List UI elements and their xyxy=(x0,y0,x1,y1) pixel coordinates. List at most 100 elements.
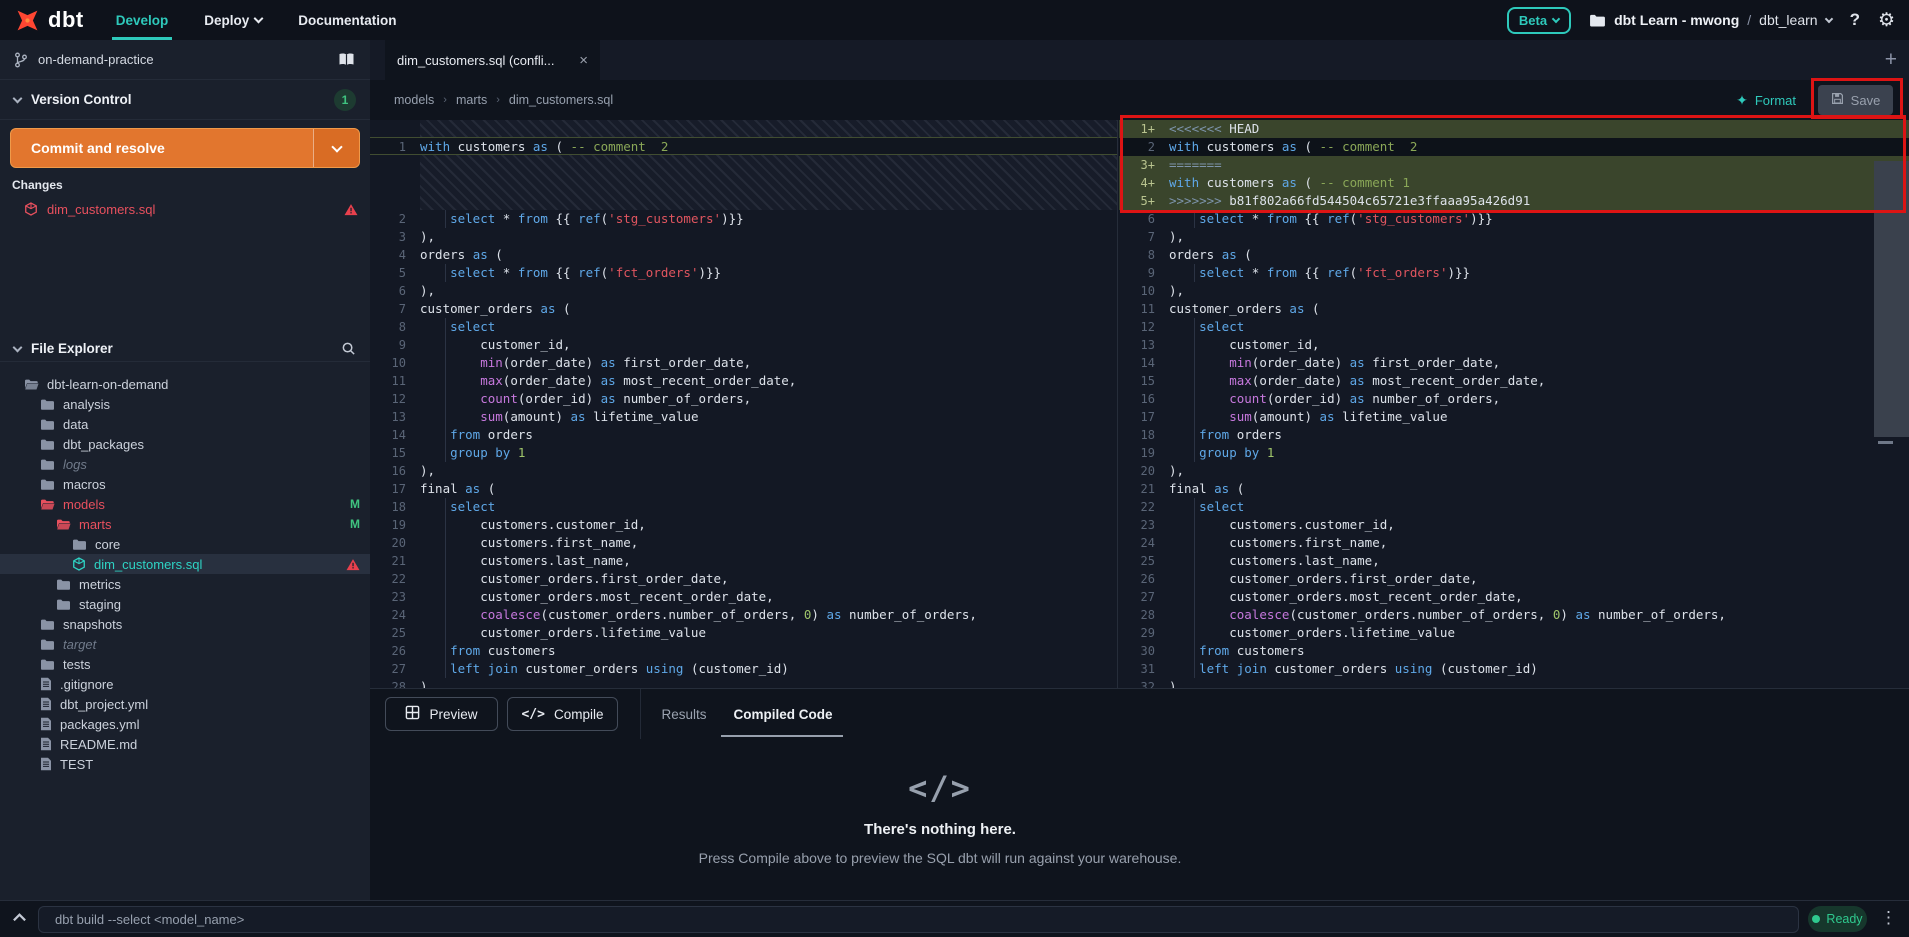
code-line[interactable]: 10 min(order_date) as first_order_date, xyxy=(370,354,1117,372)
code-line[interactable]: 22 customer_orders.first_order_date, xyxy=(370,570,1117,588)
chevron-up-icon[interactable] xyxy=(12,911,27,926)
code-line[interactable]: 20 customers.first_name, xyxy=(370,534,1117,552)
command-input[interactable]: dbt build --select <model_name> xyxy=(38,906,1799,933)
file-explorer-header[interactable]: File Explorer xyxy=(0,336,370,362)
tree-item-snapshots[interactable]: snapshots xyxy=(0,614,370,634)
code-line[interactable]: 20), xyxy=(1119,462,1909,480)
code-line[interactable]: 27 customer_orders.most_recent_order_dat… xyxy=(1119,588,1909,606)
code-line[interactable]: 26 customer_orders.first_order_date, xyxy=(1119,570,1909,588)
tree-item-target[interactable]: target xyxy=(0,634,370,654)
code-line[interactable]: 15 max(order_date) as most_recent_order_… xyxy=(1119,372,1909,390)
code-line[interactable]: 21final as ( xyxy=(1119,480,1909,498)
code-line[interactable]: 3+======= xyxy=(1119,156,1909,174)
gear-icon[interactable]: ⚙ xyxy=(1878,9,1895,32)
code-line[interactable]: 9 select * from {{ ref('fct_orders')}} xyxy=(1119,264,1909,282)
code-line[interactable]: 17 sum(amount) as lifetime_value xyxy=(1119,408,1909,426)
code-line[interactable]: 25 customer_orders.lifetime_value xyxy=(370,624,1117,642)
close-icon[interactable]: × xyxy=(579,52,588,69)
code-line[interactable]: 19 customers.customer_id, xyxy=(370,516,1117,534)
code-line[interactable]: 5+>>>>>>> b81f802a66fd544504c65721e3ffaa… xyxy=(1119,192,1909,210)
code-line[interactable]: 16 count(order_id) as number_of_orders, xyxy=(1119,390,1909,408)
tree-item--gitignore[interactable]: .gitignore xyxy=(0,674,370,694)
nav-item-deploy[interactable]: Deploy xyxy=(204,0,262,40)
code-line[interactable]: 4orders as ( xyxy=(370,246,1117,264)
code-line[interactable]: 13 customer_id, xyxy=(1119,336,1909,354)
tree-item-dim-customers-sql[interactable]: dim_customers.sql xyxy=(0,554,370,574)
code-line[interactable]: 7), xyxy=(1119,228,1909,246)
code-line[interactable]: 18 from orders xyxy=(1119,426,1909,444)
compile-button[interactable]: </> Compile xyxy=(507,697,618,731)
tree-item-marts[interactable]: martsM xyxy=(0,514,370,534)
tree-item-staging[interactable]: staging xyxy=(0,594,370,614)
tree-item-analysis[interactable]: analysis xyxy=(0,394,370,414)
tab-results[interactable]: Results xyxy=(655,689,713,739)
code-line[interactable]: 11 max(order_date) as most_recent_order_… xyxy=(370,372,1117,390)
code-line[interactable]: 8orders as ( xyxy=(1119,246,1909,264)
editor-pane-right[interactable]: 1+<<<<<<< HEAD2with customers as ( -- co… xyxy=(1119,120,1909,688)
code-line[interactable]: 23 customer_orders.most_recent_order_dat… xyxy=(370,588,1117,606)
code-line[interactable]: 17final as ( xyxy=(370,480,1117,498)
commit-button-label[interactable]: Commit and resolve xyxy=(11,129,313,167)
nav-item-develop[interactable]: Develop xyxy=(116,0,169,40)
code-line[interactable]: 8 select xyxy=(370,318,1117,336)
version-control-header[interactable]: Version Control 1 xyxy=(0,80,370,120)
tree-item-core[interactable]: core xyxy=(0,534,370,554)
code-line[interactable]: 2 select * from {{ ref('stg_customers')}… xyxy=(370,210,1117,228)
code-line[interactable]: 28) xyxy=(370,678,1117,688)
tree-item-dbt-packages[interactable]: dbt_packages xyxy=(0,434,370,454)
code-line[interactable]: 13 sum(amount) as lifetime_value xyxy=(370,408,1117,426)
git-branch-row[interactable]: on-demand-practice xyxy=(0,40,370,80)
tree-item-macros[interactable]: macros xyxy=(0,474,370,494)
tree-item-test[interactable]: TEST xyxy=(0,754,370,774)
preview-button[interactable]: Preview xyxy=(385,697,498,731)
tree-item-readme-md[interactable]: README.md xyxy=(0,734,370,754)
kebab-menu-icon[interactable]: ⋮ xyxy=(1880,908,1897,928)
account-project-switcher[interactable]: dbt Learn - mwong / dbt_learn xyxy=(1589,12,1832,28)
code-line[interactable]: 23 customers.customer_id, xyxy=(1119,516,1909,534)
code-line[interactable]: 31 left join customer_orders using (cust… xyxy=(1119,660,1909,678)
code-line[interactable]: 21 customers.last_name, xyxy=(370,552,1117,570)
code-line[interactable]: 16), xyxy=(370,462,1117,480)
code-line[interactable]: 7customer_orders as ( xyxy=(370,300,1117,318)
code-line[interactable]: 6 select * from {{ ref('stg_customers')}… xyxy=(1119,210,1909,228)
code-line[interactable]: 29 customer_orders.lifetime_value xyxy=(1119,624,1909,642)
breadcrumb-file[interactable]: dim_customers.sql xyxy=(509,93,613,107)
code-line[interactable]: 5 select * from {{ ref('fct_orders')}} xyxy=(370,264,1117,282)
code-line[interactable]: 10), xyxy=(1119,282,1909,300)
code-line[interactable]: 18 select xyxy=(370,498,1117,516)
code-line[interactable]: 19 group by 1 xyxy=(1119,444,1909,462)
tree-item-models[interactable]: modelsM xyxy=(0,494,370,514)
tree-item-tests[interactable]: tests xyxy=(0,654,370,674)
code-line[interactable]: 24 coalesce(customer_orders.number_of_or… xyxy=(370,606,1117,624)
code-line[interactable]: 30 from customers xyxy=(1119,642,1909,660)
code-line[interactable]: 12 count(order_id) as number_of_orders, xyxy=(370,390,1117,408)
code-line[interactable]: 3), xyxy=(370,228,1117,246)
editor-pane-left[interactable]: 1with customers as ( -- comment 22 selec… xyxy=(370,120,1118,688)
breadcrumb-marts[interactable]: marts xyxy=(456,93,487,107)
breadcrumb-models[interactable]: models xyxy=(394,93,434,107)
beta-dropdown[interactable]: Beta xyxy=(1507,7,1571,34)
code-line[interactable]: 11customer_orders as ( xyxy=(1119,300,1909,318)
code-line[interactable]: 4+with customers as ( -- comment 1 xyxy=(1119,174,1909,192)
code-line[interactable]: 32) xyxy=(1119,678,1909,688)
code-line[interactable]: 1+<<<<<<< HEAD xyxy=(1119,120,1909,138)
code-line[interactable]: 14 from orders xyxy=(370,426,1117,444)
code-line[interactable]: 15 group by 1 xyxy=(370,444,1117,462)
commit-and-resolve-button[interactable]: Commit and resolve xyxy=(10,128,360,168)
changed-file-row[interactable]: dim_customers.sql xyxy=(0,198,370,220)
code-line[interactable]: 25 customers.last_name, xyxy=(1119,552,1909,570)
code-line[interactable]: 9 customer_id, xyxy=(370,336,1117,354)
docs-book-icon[interactable] xyxy=(337,52,356,67)
code-line[interactable]: 22 select xyxy=(1119,498,1909,516)
tree-item-data[interactable]: data xyxy=(0,414,370,434)
new-tab-button[interactable]: + xyxy=(1885,48,1897,72)
save-button[interactable]: Save xyxy=(1818,85,1893,115)
commit-button-dropdown[interactable] xyxy=(313,129,359,167)
format-button[interactable]: ✦ Format xyxy=(1736,92,1796,109)
code-line[interactable]: 6), xyxy=(370,282,1117,300)
tree-item-logs[interactable]: logs xyxy=(0,454,370,474)
help-icon[interactable]: ? xyxy=(1850,10,1860,30)
tree-item-packages-yml[interactable]: packages.yml xyxy=(0,714,370,734)
tree-item-metrics[interactable]: metrics xyxy=(0,574,370,594)
code-line[interactable]: 2with customers as ( -- comment 2 xyxy=(1119,138,1909,156)
